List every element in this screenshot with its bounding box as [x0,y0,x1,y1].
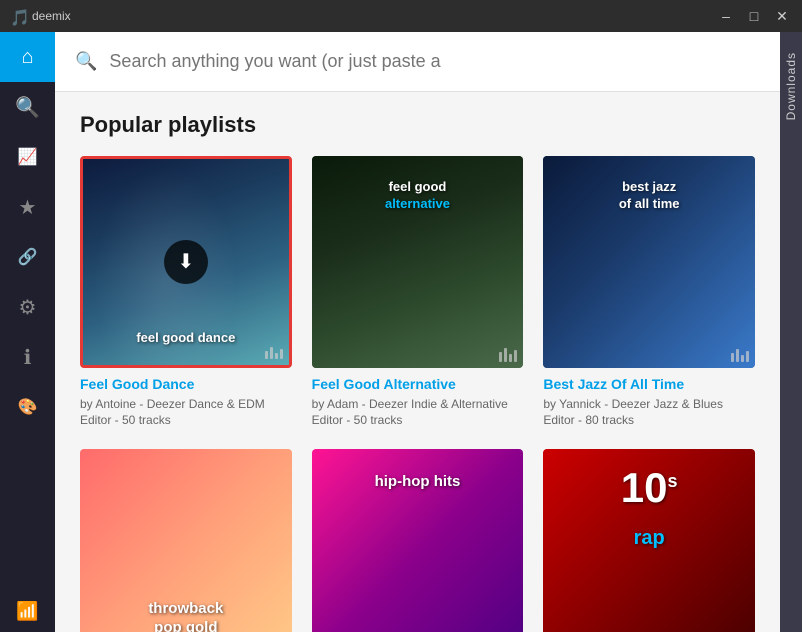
thumb-text-hiphop: hip-hop hits [312,464,524,500]
minimize-button[interactable]: – [716,6,736,26]
playlist-thumb-best-jazz[interactable]: best jazzof all time [543,156,755,368]
download-button-dance[interactable]: ⬇ [164,240,208,284]
sidebar-item-links[interactable]: 🔗 [0,232,55,282]
playlist-card-best-jazz[interactable]: best jazzof all time Best Jazz Of All Ti… [543,156,755,429]
thumb-text-rap: 10srap [543,459,755,559]
playlist-thumb-feel-good-alt[interactable]: feel goodalternative [312,156,524,368]
playlist-thumb-hiphop[interactable]: hip-hop hits [312,449,524,632]
thumb-text-dance: feel good dance [83,322,289,355]
playlist-thumb-rap[interactable]: 10srap [543,449,755,632]
playlist-card-throwback[interactable]: throwbackpop gold Throwback Pop Gold [80,449,292,632]
star-icon: ★ [19,195,37,220]
playlist-title-jazz[interactable]: Best Jazz Of All Time [543,376,755,392]
close-button[interactable]: ✕ [772,6,792,26]
sidebar-item-theme[interactable]: 🎨 [0,382,55,432]
playlist-card-hiphop[interactable]: hip-hop hits Hip-Hop Hits [312,449,524,632]
maximize-button[interactable]: □ [744,6,764,26]
sidebar: ⌂ 🔍 📈 ★ 🔗 ⚙ ℹ 🎨 📶 [0,32,55,632]
main-content: Popular playlists feel good dance ⬇ [55,92,780,632]
link-icon: 🔗 [18,247,38,267]
thumb-text-jazz: best jazzof all time [543,171,755,221]
sidebar-item-info[interactable]: ℹ [0,332,55,382]
sidebar-bottom: 📶 [16,601,38,632]
playlist-thumb-feel-good-dance[interactable]: feel good dance ⬇ [80,156,292,368]
app-icon: 🎵 [10,8,26,24]
section-title: Popular playlists [80,112,755,138]
trending-icon: 📈 [18,147,38,167]
sidebar-item-settings[interactable]: ⚙ [0,282,55,332]
search-input[interactable] [109,51,760,72]
sidebar-item-home[interactable]: ⌂ [0,32,55,82]
thumb-text-throwback: throwbackpop gold [80,591,292,632]
playlists-grid: feel good dance ⬇ Feel Good Dance by Ant… [80,156,755,632]
playlist-card-rap[interactable]: 10srap 10s Rap [543,449,755,632]
playlist-thumb-throwback[interactable]: throwbackpop gold [80,449,292,632]
info-icon: ℹ [24,345,32,370]
wifi-icon: 📶 [16,601,38,622]
equalizer-icon-jazz [731,349,749,362]
sidebar-item-favorites[interactable]: ★ [0,182,55,232]
playlist-card-feel-good-dance[interactable]: feel good dance ⬇ Feel Good Dance by Ant… [80,156,292,429]
app-title: deemix [32,9,716,23]
content-area: 🔍 Popular playlists feel good dance ⬇ [55,32,780,632]
search-bar: 🔍 [55,32,780,92]
downloads-label: Downloads [784,52,798,120]
window-controls: – □ ✕ [716,6,792,26]
equalizer-icon-dance [265,347,283,359]
search-icon: 🔍 [15,95,40,120]
playlist-title-alt[interactable]: Feel Good Alternative [312,376,524,392]
search-magnifier-icon: 🔍 [75,51,97,72]
playlist-meta-alt: by Adam - Deezer Indie & Alternative Edi… [312,396,524,430]
title-bar: 🎵 deemix – □ ✕ [0,0,802,32]
downloads-panel[interactable]: Downloads [780,32,802,632]
theme-icon: 🎨 [18,397,38,417]
playlist-card-feel-good-alternative[interactable]: feel goodalternative Feel Good Alternati… [312,156,524,429]
playlist-meta-jazz: by Yannick - Deezer Jazz & Blues Editor … [543,396,755,430]
playlist-title-dance[interactable]: Feel Good Dance [80,376,292,392]
gear-icon: ⚙ [19,295,37,320]
sidebar-item-trending[interactable]: 📈 [0,132,55,182]
home-icon: ⌂ [21,46,33,69]
playlist-meta-dance: by Antoine - Deezer Dance & EDM Editor -… [80,396,292,430]
equalizer-icon-alt [499,348,517,362]
app-body: ⌂ 🔍 📈 ★ 🔗 ⚙ ℹ 🎨 📶 🔍 [0,32,802,632]
thumb-text-alt: feel goodalternative [312,171,524,221]
sidebar-item-search[interactable]: 🔍 [0,82,55,132]
